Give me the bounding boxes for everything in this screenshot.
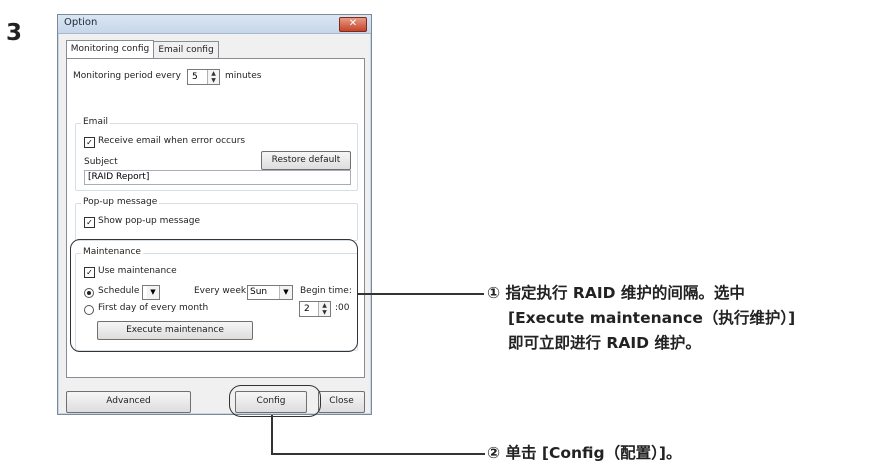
popup-group: Pop-up message ✓ Show pop-up message bbox=[75, 197, 358, 241]
monitoring-period-stepper[interactable]: 5 ▲ ▼ bbox=[187, 69, 220, 85]
title-bar: Option ✕ bbox=[58, 15, 371, 34]
show-popup-checkbox[interactable]: ✓ bbox=[84, 217, 95, 228]
minutes-label: minutes bbox=[225, 71, 262, 81]
annotation-2: ② 单击 [Config（配置）]。 bbox=[487, 444, 682, 462]
tab-email-config[interactable]: Email config bbox=[153, 41, 219, 59]
popup-group-label: Pop-up message bbox=[81, 197, 160, 207]
subject-input[interactable]: [RAID Report] bbox=[84, 170, 351, 185]
window-title: Option bbox=[64, 17, 98, 28]
show-popup-label: Show pop-up message bbox=[98, 216, 201, 226]
annotation-1-line-2: [Execute maintenance（执行维护）] bbox=[508, 309, 796, 327]
connector-line-1 bbox=[358, 293, 484, 295]
connector-line-2b bbox=[271, 453, 485, 455]
tab-monitoring-config[interactable]: Monitoring config bbox=[66, 40, 154, 59]
option-dialog: Option ✕ Monitoring config Email config … bbox=[57, 14, 372, 415]
receive-email-label: Receive email when error occurs bbox=[98, 136, 246, 146]
receive-email-checkbox[interactable]: ✓ bbox=[84, 137, 95, 148]
advanced-button[interactable]: Advanced bbox=[66, 391, 191, 413]
annotation-1-line-3: 即可立即进行 RAID 维护。 bbox=[508, 334, 701, 352]
email-group: Email ✓ Receive email when error occurs … bbox=[75, 117, 358, 191]
close-icon[interactable]: ✕ bbox=[339, 17, 367, 32]
restore-default-button[interactable]: Restore default bbox=[261, 151, 351, 170]
step-number: 3 bbox=[6, 20, 23, 46]
maintenance-highlight bbox=[70, 239, 358, 352]
email-group-label: Email bbox=[81, 117, 110, 127]
monitoring-period-value: 5 bbox=[192, 72, 198, 82]
close-button[interactable]: Close bbox=[318, 391, 365, 413]
spin-arrows-icon[interactable]: ▲ ▼ bbox=[207, 70, 219, 84]
config-highlight bbox=[229, 385, 321, 417]
subject-label: Subject bbox=[84, 157, 118, 167]
annotation-1-line-1: ① 指定执行 RAID 维护的间隔。选中 bbox=[487, 284, 745, 302]
connector-line-2a bbox=[271, 415, 273, 454]
monitoring-period-label: Monitoring period every bbox=[73, 71, 181, 81]
